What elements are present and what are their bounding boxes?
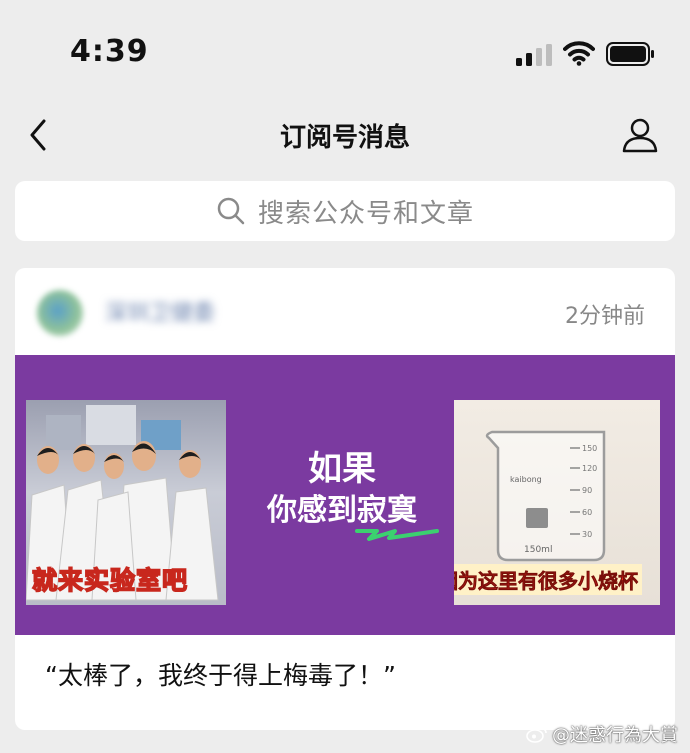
profile-icon[interactable] bbox=[620, 115, 660, 155]
headline-line-2: 你感到寂寞 bbox=[229, 491, 455, 541]
headline-prefix: 你感到 bbox=[267, 493, 357, 528]
beaker-photo: kaibong 150ml 150 120 90 60 30 因为这里有很多小烧… bbox=[454, 400, 660, 605]
nav-bar: 订阅号消息 bbox=[0, 105, 690, 161]
lab-group-photo: 就来实验室吧 bbox=[26, 400, 226, 605]
battery-icon bbox=[606, 42, 654, 66]
weibo-logo-icon bbox=[526, 727, 547, 743]
article-card[interactable]: 深圳卫健委 2分钟前 就来实验室吧 如果 你感到寂寞 kaibong 150ml… bbox=[15, 268, 675, 730]
search-icon bbox=[217, 197, 245, 225]
wifi-icon bbox=[563, 41, 595, 66]
beaker-tick-label: 120 bbox=[582, 464, 597, 473]
status-time: 4:39 bbox=[70, 34, 149, 69]
status-bar: 4:39 bbox=[0, 0, 690, 100]
page-title: 订阅号消息 bbox=[279, 123, 410, 153]
right-caption: 因为这里有很多小烧杯 bbox=[454, 564, 642, 595]
beaker-tick-label: 150 bbox=[582, 444, 597, 453]
message-timestamp: 2分钟前 bbox=[565, 304, 645, 329]
beaker-tick-label: 60 bbox=[582, 508, 592, 517]
headline-highlight: 寂寞 bbox=[357, 493, 417, 528]
beaker-tick-label: 90 bbox=[582, 486, 592, 495]
account-name[interactable]: 深圳卫健委 bbox=[105, 295, 215, 327]
weibo-watermark: @迷惑行為大賞 bbox=[526, 721, 678, 747]
watermark-text: @迷惑行為大賞 bbox=[552, 725, 678, 746]
search-input[interactable]: 搜索公众号和文章 bbox=[15, 181, 675, 241]
left-caption: 就来实验室吧 bbox=[31, 565, 189, 596]
account-avatar[interactable] bbox=[37, 290, 83, 336]
headline-line-1: 如果 bbox=[308, 449, 376, 489]
zigzag-underline-icon bbox=[355, 529, 439, 541]
banner-headline: 如果 你感到寂寞 bbox=[229, 447, 455, 541]
beaker-tick-label: 30 bbox=[582, 530, 592, 539]
article-cover-image[interactable]: 就来实验室吧 如果 你感到寂寞 kaibong 150ml 150 120 90… bbox=[15, 355, 675, 635]
beaker-brand: kaibong bbox=[510, 475, 542, 484]
cellular-signal-icon bbox=[516, 44, 552, 66]
beaker-volume: 150ml bbox=[524, 545, 552, 555]
article-title[interactable]: “太棒了，我终于得上梅毒了！” bbox=[45, 656, 396, 692]
search-placeholder: 搜索公众号和文章 bbox=[257, 198, 474, 229]
